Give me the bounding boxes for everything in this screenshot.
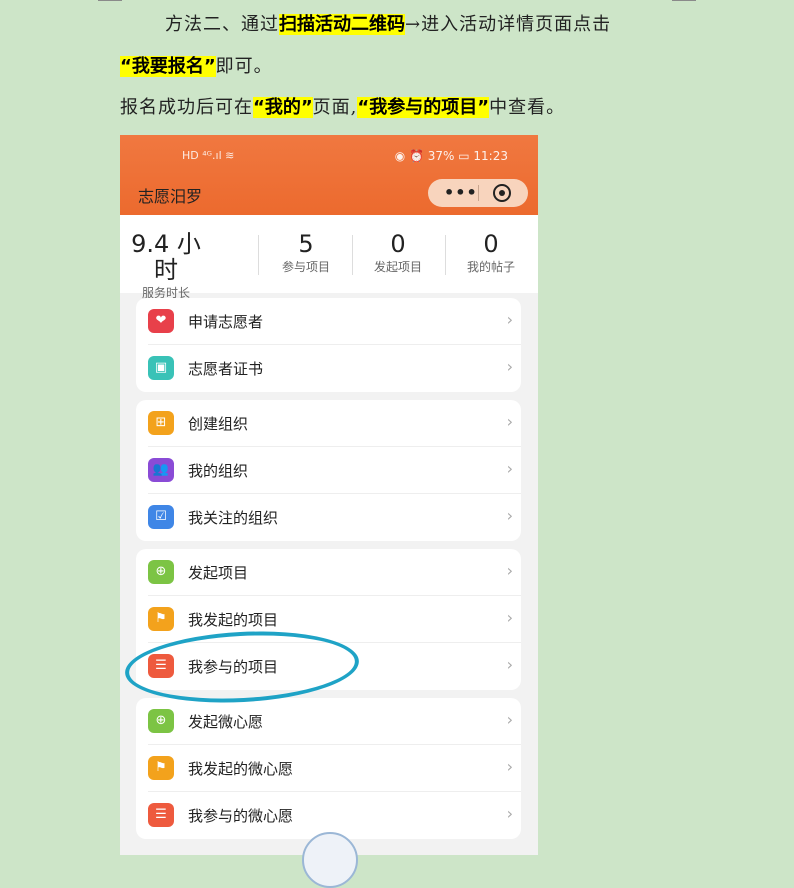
doc-text: →进入活动详情页面点击 xyxy=(405,14,612,35)
chevron-right-icon: › xyxy=(506,459,513,478)
chevron-right-icon: › xyxy=(506,412,513,431)
menu-item[interactable]: ⊕ 发起项目 › xyxy=(136,549,521,596)
app-title: 志愿汨罗 xyxy=(138,187,203,206)
plus-icon: ⊕ xyxy=(148,560,174,584)
menu-item-label: 志愿者证书 xyxy=(188,360,264,378)
heart-icon: ❤ xyxy=(148,309,174,333)
chevron-right-icon: › xyxy=(506,506,513,525)
doc-text: 方法二、通过 xyxy=(165,14,279,35)
flag-icon: ⚑ xyxy=(148,607,174,631)
menu-item[interactable]: ▣ 志愿者证书 › xyxy=(136,345,521,392)
menu-item-label: 发起项目 xyxy=(188,564,249,582)
phone-screenshot: HD ⁴ᴳ.ıl ≋ ◉ ⏰ 37% ▭ 11:23 志愿汨罗 ••• 9.4 … xyxy=(120,135,538,855)
menu-card-3: ⊕ 发起微心愿 › ⚑ 我发起的微心愿 › ☰ 我参与的微心愿 › xyxy=(136,698,521,839)
menu-item-label: 我发起的微心愿 xyxy=(188,760,294,778)
stat-value: 0 xyxy=(390,230,406,258)
stat-label: 参与项目 xyxy=(281,260,330,274)
follow-icon: ☑ xyxy=(148,505,174,529)
stat-value: 5 xyxy=(298,230,314,258)
stat-3[interactable]: 0 我的帖子 xyxy=(446,231,536,275)
doc-text: 即可。 xyxy=(215,56,273,77)
chevron-right-icon: › xyxy=(506,357,513,376)
chevron-right-icon: › xyxy=(506,561,513,580)
doc-text: 页面, xyxy=(312,97,358,118)
flag-icon: ⚑ xyxy=(148,756,174,780)
menu-item-label: 我参与的微心愿 xyxy=(188,807,294,825)
doc-highlight: “我参与的项目” xyxy=(357,97,490,118)
create-org-icon: ⊞ xyxy=(148,411,174,435)
chevron-right-icon: › xyxy=(506,655,513,674)
status-battery-time: ◉ ⏰ 37% ▭ 11:23 xyxy=(394,149,508,163)
doc-line-3: 报名成功后可在“我的”页面,“我参与的项目”中查看。 xyxy=(120,93,565,119)
menu-item[interactable]: ⚑ 我发起的项目 › xyxy=(136,596,521,643)
group-icon: 👥 xyxy=(148,458,174,482)
stat-label: 发起项目 xyxy=(373,260,422,274)
close-target-icon[interactable] xyxy=(493,184,511,202)
watermark-logo xyxy=(302,832,358,888)
chevron-right-icon: › xyxy=(506,710,513,729)
chevron-right-icon: › xyxy=(506,757,513,776)
menu-item[interactable]: ⊞ 创建组织 › xyxy=(136,400,521,447)
doc-highlight: “我要报名” xyxy=(120,56,216,77)
menu-card-1: ⊞ 创建组织 › 👥 我的组织 › ☑ 我关注的组织 › xyxy=(136,400,521,541)
page-corner-mark-left xyxy=(98,0,122,1)
stats-panel: 9.4 小时 服务时长 5 参与项目 0 发起项目 0 我的帖子 xyxy=(120,215,538,300)
miniprogram-capsule: ••• xyxy=(428,179,528,207)
certificate-icon: ▣ xyxy=(148,356,174,380)
chevron-right-icon: › xyxy=(506,608,513,627)
stat-value: 9.4 小时 xyxy=(131,230,201,284)
doc-text: 中查看。 xyxy=(489,97,566,118)
menu-item[interactable]: ☑ 我关注的组织 › xyxy=(136,494,521,541)
stat-divider xyxy=(445,235,446,275)
doc-line-1: 方法二、通过扫描活动二维码→进入活动详情页面点击 xyxy=(165,10,611,36)
plus-icon: ⊕ xyxy=(148,709,174,733)
menu-item-label: 我发起的项目 xyxy=(188,611,279,629)
stat-2[interactable]: 0 发起项目 xyxy=(353,231,443,275)
chevron-right-icon: › xyxy=(506,310,513,329)
menu-item[interactable]: ⊕ 发起微心愿 › xyxy=(136,698,521,745)
menu-card-0: ❤ 申请志愿者 › ▣ 志愿者证书 › xyxy=(136,298,521,392)
menu-item[interactable]: ⚑ 我发起的微心愿 › xyxy=(136,745,521,792)
stat-value: 0 xyxy=(483,230,499,258)
doc-highlight: 扫描活动二维码 xyxy=(279,14,405,35)
app-top-bar: HD ⁴ᴳ.ıl ≋ ◉ ⏰ 37% ▭ 11:23 志愿汨罗 ••• xyxy=(120,135,538,215)
stat-divider xyxy=(352,235,353,275)
stat-0[interactable]: 9.4 小时 服务时长 xyxy=(121,231,211,301)
status-signal: HD ⁴ᴳ.ıl ≋ xyxy=(182,149,235,162)
menu-item-label: 申请志愿者 xyxy=(188,313,264,331)
stat-label: 我的帖子 xyxy=(466,260,515,274)
stat-divider xyxy=(258,235,259,275)
menu-item-label: 我的组织 xyxy=(188,462,249,480)
doc-highlight: “我的” xyxy=(253,97,313,118)
menu-item[interactable]: 👥 我的组织 › xyxy=(136,447,521,494)
page-corner-mark-right xyxy=(672,0,696,1)
more-icon[interactable]: ••• xyxy=(444,183,478,202)
menu-item[interactable]: ❤ 申请志愿者 › xyxy=(136,298,521,345)
menu-item-label: 我关注的组织 xyxy=(188,509,279,527)
menu-item-label: 创建组织 xyxy=(188,415,249,433)
menu-item-label: 发起微心愿 xyxy=(188,713,264,731)
capsule-divider xyxy=(478,185,479,201)
list-icon: ☰ xyxy=(148,803,174,827)
status-bar: HD ⁴ᴳ.ıl ≋ ◉ ⏰ 37% ▭ 11:23 xyxy=(120,149,538,165)
stat-1[interactable]: 5 参与项目 xyxy=(261,231,351,275)
doc-line-2: “我要报名”即可。 xyxy=(120,52,273,78)
doc-text: 报名成功后可在 xyxy=(120,97,253,118)
chevron-right-icon: › xyxy=(506,804,513,823)
